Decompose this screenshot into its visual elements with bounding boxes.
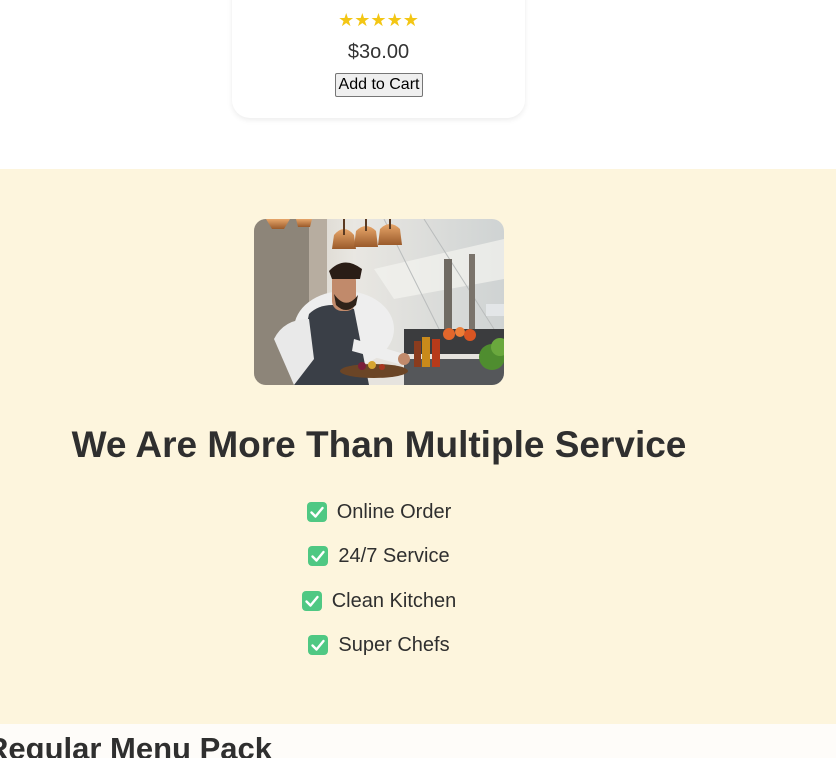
check-box-icon — [306, 502, 327, 522]
service-item-24-7-service: 24/7 Service — [0, 541, 758, 571]
product-price: $3o.00 — [347, 41, 410, 63]
service-label: Online Order — [336, 501, 452, 523]
services-title: We Are More Than Multiple Service — [71, 424, 687, 465]
services-section: We Are More Than Multiple Service Online… — [0, 169, 836, 724]
product-section: ★★★★★ $3o.00 Add to Cart — [0, 0, 836, 169]
service-label: Super Chefs — [338, 634, 450, 656]
page: ★★★★★ $3o.00 Add to Cart We Are More Tha… — [0, 0, 836, 758]
check-box-icon — [308, 635, 329, 655]
product-card: ★★★★★ $3o.00 Add to Cart — [232, 0, 525, 118]
rating-stars: ★★★★★ — [338, 10, 419, 30]
add-to-cart-button[interactable]: Add to Cart — [335, 73, 423, 97]
service-label: Clean Kitchen — [331, 590, 457, 612]
regular-menu-title: Regular Menu Pack — [0, 731, 272, 758]
check-box-icon — [301, 591, 322, 611]
service-item-super-chefs: Super Chefs — [0, 630, 758, 660]
chef-photo — [254, 219, 504, 385]
service-item-online-order: Online Order — [0, 497, 758, 527]
service-item-clean-kitchen: Clean Kitchen — [0, 586, 758, 616]
service-label: 24/7 Service — [338, 545, 450, 567]
check-box-icon — [308, 546, 329, 566]
regular-menu-section: Regular Menu Pack — [0, 724, 836, 758]
